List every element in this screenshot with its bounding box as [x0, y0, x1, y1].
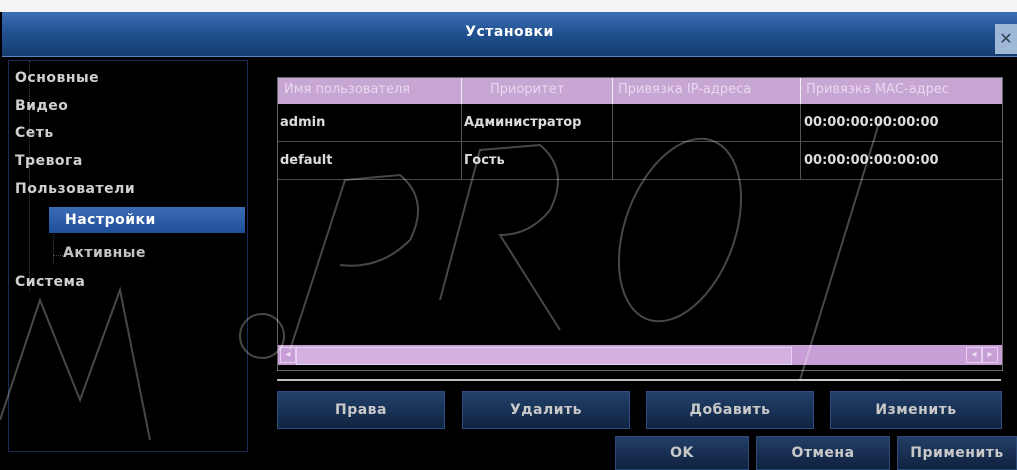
- column-separator: [800, 78, 801, 104]
- sidebar-item-settings[interactable]: Настройки: [49, 207, 245, 233]
- column-separator: [461, 104, 462, 180]
- column-header-mac-binding[interactable]: Привязка МАС-адрес: [806, 82, 1002, 97]
- edit-button[interactable]: Изменить: [830, 391, 1002, 429]
- cell-mac: 00:00:00:00:00:00: [804, 115, 939, 130]
- table-row[interactable]: default Гость 00:00:00:00:00:00: [278, 142, 1002, 180]
- sidebar-item-video[interactable]: Видео: [15, 98, 68, 114]
- cell-username: admin: [280, 115, 326, 130]
- window-title: Установки: [465, 24, 554, 40]
- cell-username: default: [280, 153, 333, 168]
- table-header: Имя пользователя Приоритет Привязка IP-а…: [278, 78, 1002, 104]
- scroll-right-icon[interactable]: ▸: [982, 347, 998, 363]
- column-header-username[interactable]: Имя пользователя: [284, 82, 460, 97]
- sidebar-item-users[interactable]: Пользователи: [15, 181, 135, 197]
- add-button[interactable]: Добавить: [646, 391, 814, 429]
- rights-button[interactable]: Права: [277, 391, 445, 429]
- horizontal-scrollbar[interactable]: ◂ ◂ ▸: [278, 345, 1002, 365]
- tree-line: [29, 61, 30, 291]
- sidebar-item-active[interactable]: Активные: [63, 245, 146, 261]
- sidebar-item-network[interactable]: Сеть: [15, 125, 54, 141]
- ok-button[interactable]: OK: [615, 436, 749, 470]
- title-bar: Установки ✕: [2, 12, 1017, 57]
- sidebar-item-system[interactable]: Система: [15, 274, 85, 290]
- column-separator: [800, 104, 801, 180]
- cancel-button[interactable]: Отмена: [756, 436, 890, 470]
- close-icon[interactable]: ✕: [995, 24, 1017, 54]
- column-separator: [612, 78, 613, 104]
- users-table: Имя пользователя Приоритет Привязка IP-а…: [277, 77, 1003, 371]
- sidebar-item-alarm[interactable]: Тревога: [15, 153, 83, 169]
- table-row[interactable]: admin Администратор 00:00:00:00:00:00: [278, 104, 1002, 142]
- column-separator: [461, 78, 462, 104]
- column-separator: [612, 104, 613, 180]
- sidebar-item-basic[interactable]: Основные: [15, 70, 99, 86]
- column-header-ip-binding[interactable]: Привязка IP-адреса: [618, 82, 798, 97]
- top-strip: [0, 0, 1017, 12]
- scroll-left-icon[interactable]: ◂: [280, 347, 296, 363]
- column-header-priority[interactable]: Приоритет: [490, 82, 610, 97]
- cell-priority: Администратор: [464, 115, 582, 130]
- delete-button[interactable]: Удалить: [462, 391, 630, 429]
- apply-button[interactable]: Применить: [897, 436, 1017, 470]
- scrollbar-thumb[interactable]: [296, 347, 792, 365]
- cell-mac: 00:00:00:00:00:00: [804, 153, 939, 168]
- cell-priority: Гость: [464, 153, 505, 168]
- scroll-left-end-icon[interactable]: ◂: [966, 347, 982, 363]
- divider: [277, 379, 1001, 381]
- sidebar: Основные Видео Сеть Тревога Пользователи…: [8, 60, 248, 452]
